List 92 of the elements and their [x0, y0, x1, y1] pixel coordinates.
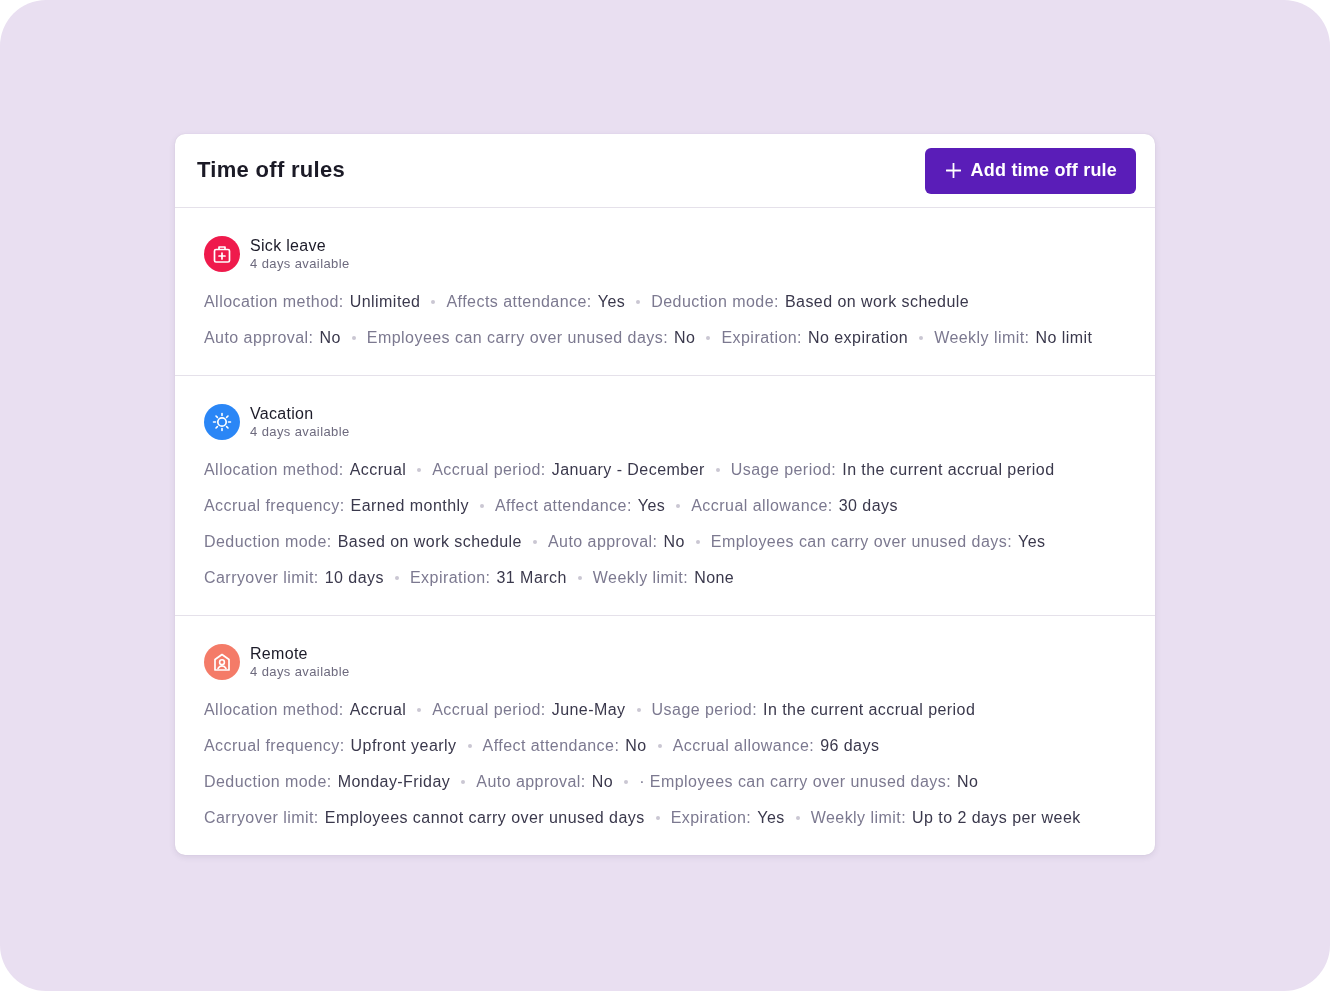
detail-label: Employees can carry over unused days: — [710, 532, 1013, 552]
detail-value: Yes — [1018, 532, 1046, 552]
separator-dot-icon — [431, 300, 436, 304]
separator-dot-icon — [351, 336, 356, 340]
separator-dot-icon — [636, 300, 641, 304]
detail-value: In the current accrual period — [842, 460, 1055, 480]
detail-value: 30 days — [838, 496, 898, 516]
detail-label: Allocation method: — [204, 292, 344, 312]
separator-dot-icon — [636, 708, 641, 712]
detail-value: No expiration — [808, 328, 909, 348]
separator-dot-icon — [577, 576, 582, 580]
separator-dot-icon — [461, 780, 466, 784]
detail-label: Carryover limit: — [204, 568, 319, 588]
add-rule-button[interactable]: Add time off rule — [924, 147, 1136, 194]
separator-dot-icon — [417, 468, 422, 472]
detail-value: Yes — [757, 808, 785, 828]
detail-label: Accrual allowance: — [672, 736, 815, 756]
rule-name: Sick leave — [250, 236, 327, 255]
separator-dot-icon — [676, 504, 681, 508]
separator-dot-icon — [706, 336, 711, 340]
separator-dot-icon — [394, 576, 399, 580]
detail-value: June-May — [551, 700, 626, 720]
detail-value: No — [625, 736, 647, 756]
separator-dot-icon — [657, 744, 662, 748]
rule-name: Remote — [250, 644, 309, 663]
detail-label: Affect attendance: — [495, 496, 632, 516]
detail-label: Accrual period: — [432, 700, 546, 720]
detail-label: Weekly limit: — [810, 808, 907, 828]
detail-label: Carryover limit: — [204, 808, 319, 828]
separator-dot-icon — [480, 504, 484, 508]
detail-label: Auto approval: — [547, 532, 658, 552]
detail-label: Usage period: — [651, 700, 758, 720]
detail-value: No — [663, 532, 685, 552]
detail-label: Affects attendance: — [446, 292, 592, 312]
detail-value: Upfront yearly — [350, 736, 457, 756]
detail-value: In the current accrual period — [763, 700, 976, 720]
detail-value: January - December — [551, 460, 705, 480]
detail-value: Accrual — [349, 460, 407, 480]
detail-label: Expiration: — [409, 568, 491, 588]
detail-label: Deduction mode: — [204, 532, 332, 552]
detail-value: Monday-Friday — [337, 772, 451, 792]
detail-label: Accrual frequency: — [204, 736, 345, 756]
separator-dot-icon — [467, 744, 472, 748]
detail-value: Yes — [597, 292, 626, 312]
detail-label: Auto approval: — [204, 328, 314, 348]
detail-value: Based on work schedule — [337, 532, 522, 552]
detail-value: Accrual — [349, 700, 407, 720]
detail-label: Weekly limit: — [592, 568, 689, 588]
detail-label: · Employees can carry over unused days: — [639, 772, 952, 792]
detail-label: Auto approval: — [476, 772, 586, 792]
detail-label: Accrual allowance: — [691, 496, 833, 516]
card-title: Time off rules — [197, 157, 346, 184]
detail-value: Earned monthly — [350, 496, 469, 516]
detail-label: Accrual frequency: — [204, 496, 345, 516]
separator-dot-icon — [695, 540, 700, 544]
detail-value: Employees cannot carry over unused days — [324, 808, 645, 828]
separator-dot-icon — [417, 708, 422, 712]
detail-value: 31 March — [496, 568, 567, 588]
detail-value: 10 days — [324, 568, 384, 588]
detail-label: Employees can carry over unused days: — [366, 328, 669, 348]
detail-value: No — [319, 328, 341, 348]
plus-icon — [945, 163, 961, 178]
separator-dot-icon — [919, 336, 924, 340]
detail-value: None — [694, 568, 735, 588]
detail-label: Expiration: — [670, 808, 752, 828]
detail-value: Up to 2 days per week — [912, 808, 1081, 828]
detail-value: Yes — [637, 496, 666, 516]
detail-label: Expiration: — [721, 328, 802, 348]
separator-dot-icon — [715, 468, 720, 472]
separator-dot-icon — [532, 540, 537, 544]
detail-value: No — [957, 772, 979, 792]
detail-value: 96 days — [820, 736, 880, 756]
days-available: 4 days available — [250, 423, 350, 440]
rule-name: Vacation — [250, 404, 315, 423]
detail-label: Accrual period: — [432, 460, 546, 480]
detail-label: Deduction mode: — [651, 292, 779, 312]
separator-dot-icon — [655, 816, 660, 820]
detail-value: Based on work schedule — [784, 292, 970, 312]
detail-label: Weekly limit: — [934, 328, 1030, 348]
detail-label: Usage period: — [730, 460, 837, 480]
detail-label: Affect attendance: — [482, 736, 620, 756]
detail-value: No limit — [1035, 328, 1093, 348]
days-available: 4 days available — [250, 663, 350, 680]
separator-dot-icon — [795, 816, 800, 820]
detail-label: Allocation method: — [204, 460, 344, 480]
days-available: 4 days available — [250, 255, 350, 272]
detail-value: No — [591, 772, 614, 792]
separator-dot-icon — [624, 780, 629, 784]
detail-value: Unlimited — [349, 292, 421, 312]
detail-value: No — [674, 328, 696, 348]
detail-label: Deduction mode: — [204, 772, 332, 792]
detail-label: Allocation method: — [204, 700, 344, 720]
